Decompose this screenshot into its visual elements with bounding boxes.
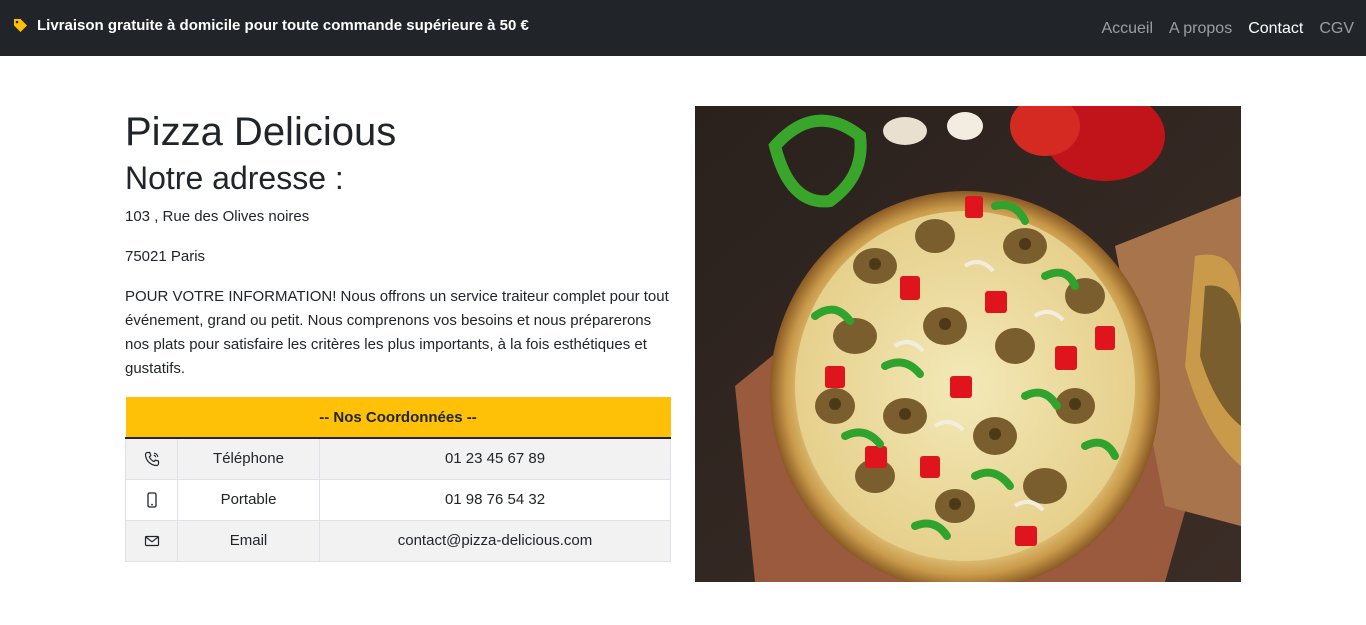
city-address: 75021 Paris (125, 248, 206, 265)
top-navbar: Livraison gratuite à domicile pour toute… (0, 0, 1366, 56)
phone-label: Téléphone (177, 437, 320, 480)
promo-text: Livraison gratuite à domicile pour toute… (37, 16, 529, 34)
nav-links: Accueil A propos Contact CGV (1085, 20, 1354, 38)
contact-section: Pizza Delicious Notre adresse : 103 , Ru… (125, 106, 671, 562)
nav-link-accueil[interactable]: Accueil (1101, 20, 1153, 38)
contact-table: -- Nos Coordonnées -- Téléphone 01 23 45… (125, 397, 671, 562)
info-paragraph: POUR VOTRE INFORMATION! Nous offrons un … (125, 288, 669, 377)
phone-icon (144, 452, 159, 467)
street-address: 103 , Rue des Olives noires (125, 208, 310, 225)
mail-icon (144, 535, 159, 547)
mobile-icon (146, 492, 157, 508)
mobile-label: Portable (177, 478, 320, 521)
email-value: contact@pizza-delicious.com (319, 519, 671, 562)
phone-icon-cell (125, 437, 178, 480)
table-row: Email contact@pizza-delicious.com (125, 519, 671, 562)
email-label: Email (177, 519, 320, 562)
nav-link-contact[interactable]: Contact (1248, 20, 1303, 38)
tag-icon (12, 17, 28, 33)
nav-link-cgv[interactable]: CGV (1319, 20, 1354, 38)
mail-icon-cell (125, 519, 178, 562)
table-row: Téléphone 01 23 45 67 89 (125, 437, 671, 480)
contact-table-header: -- Nos Coordonnées -- (125, 397, 671, 439)
table-row: Portable 01 98 76 54 32 (125, 478, 671, 521)
address-heading: Notre adresse : (125, 160, 344, 196)
nav-link-a-propos[interactable]: A propos (1169, 20, 1232, 38)
brand-title: Pizza Delicious (125, 110, 397, 154)
mobile-value: 01 98 76 54 32 (319, 478, 671, 521)
promo-banner: Livraison gratuite à domicile pour toute… (12, 17, 529, 34)
phone-value: 01 23 45 67 89 (319, 437, 671, 480)
pizza-photo (695, 106, 1241, 582)
mobile-icon-cell (125, 478, 178, 521)
